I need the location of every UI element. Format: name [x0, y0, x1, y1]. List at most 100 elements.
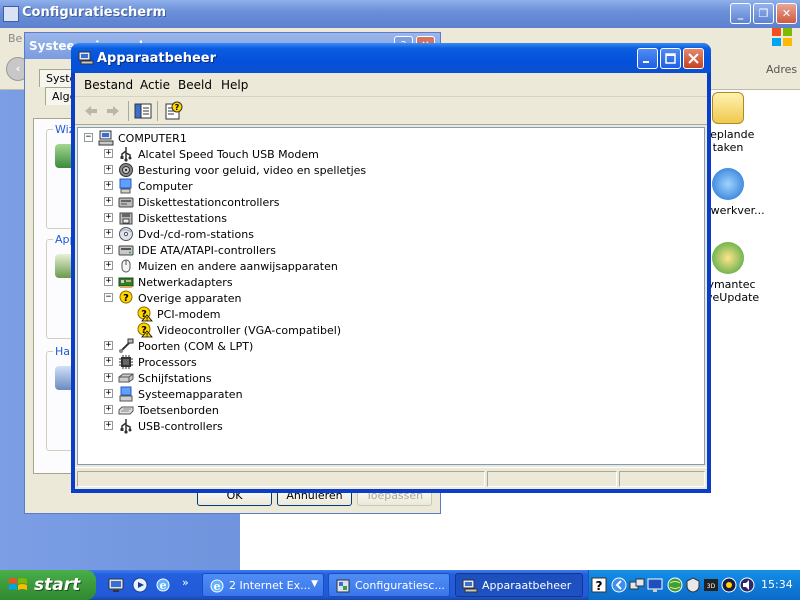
- tree-node[interactable]: + Computer: [104, 178, 193, 194]
- menu-bestand[interactable]: Bestand: [84, 78, 133, 92]
- task-control-panel[interactable]: Configuratiesc...: [328, 573, 450, 597]
- mouse-icon: [121, 259, 131, 273]
- device-manager-window: Apparaatbeheer Bestand Actie Beeld Help: [71, 43, 711, 493]
- windows-logo-icon: [772, 28, 792, 46]
- show-hide-console-tree-icon[interactable]: [133, 101, 153, 121]
- expand-toggle[interactable]: +: [104, 245, 113, 254]
- floppy-drive-icon: [119, 212, 133, 225]
- system-tray: ? 3D 15:34: [588, 570, 800, 600]
- tree-child-node[interactable]: ? PCI-modem: [137, 306, 220, 322]
- windows-flag-icon: [9, 578, 27, 590]
- tree-node[interactable]: + Poorten (COM & LPT): [104, 338, 253, 354]
- quick-launch-chevron-icon[interactable]: »: [182, 576, 189, 589]
- expand-toggle[interactable]: +: [104, 277, 113, 286]
- tree-node[interactable]: −? Overige apparaten: [104, 290, 242, 306]
- tree-node[interactable]: + Muizen en andere aanwijsapparaten: [104, 258, 338, 274]
- expand-toggle[interactable]: +: [104, 357, 113, 366]
- network-tray-icon[interactable]: [629, 577, 645, 593]
- expand-toggle[interactable]: +: [104, 165, 113, 174]
- device-manager-titlebar[interactable]: Apparaatbeheer: [71, 43, 711, 73]
- tree-node[interactable]: + Besturing voor geluid, video en spellet…: [104, 162, 366, 178]
- tree-node[interactable]: + Systeemapparaten: [104, 386, 243, 402]
- maximize-button[interactable]: [660, 48, 681, 69]
- tree-node-label: Netwerkadapters: [138, 275, 233, 289]
- liveupdate-globe-icon: [712, 242, 744, 274]
- help-tray-icon[interactable]: ?: [591, 577, 607, 593]
- show-desktop-icon[interactable]: [108, 577, 124, 593]
- globe-tray-icon[interactable]: [667, 577, 683, 593]
- tree-child-node[interactable]: ? Videocontroller (VGA-compatibel): [137, 322, 341, 338]
- folder-clock-icon: [712, 92, 744, 124]
- tree-node[interactable]: + Processors: [104, 354, 197, 370]
- close-button[interactable]: ✕: [776, 3, 797, 24]
- svg-text:e: e: [214, 580, 221, 593]
- menu-item-file[interactable]: Be: [8, 32, 22, 45]
- back-arrow-icon[interactable]: [81, 101, 101, 121]
- device-manager-icon: [78, 51, 94, 65]
- expand-toggle[interactable]: +: [104, 373, 113, 382]
- monitor-tray-icon[interactable]: [647, 577, 663, 593]
- tree-node[interactable]: + Alcatel Speed Touch USB Modem: [104, 146, 319, 162]
- close-button[interactable]: [683, 48, 704, 69]
- tree-node[interactable]: + Diskettestationcontrollers: [104, 194, 279, 210]
- expand-toggle[interactable]: +: [104, 421, 113, 430]
- tree-node[interactable]: + Diskettestations: [104, 210, 227, 226]
- collapse-toggle[interactable]: −: [84, 133, 93, 142]
- task-internet-explorer[interactable]: e 2 Internet Ex... ▼: [202, 573, 324, 597]
- computer-root-icon: [98, 130, 114, 146]
- media-tray-icon[interactable]: 3D: [703, 577, 719, 593]
- antivirus-tray-icon[interactable]: [721, 577, 737, 593]
- usb-icon: [120, 147, 132, 162]
- port-icon: [119, 338, 134, 353]
- properties-icon[interactable]: ?: [163, 101, 183, 121]
- tree-root-label: COMPUTER1: [118, 131, 187, 145]
- show-hidden-icons-icon[interactable]: [611, 577, 627, 593]
- tree-node[interactable]: + Schijfstations: [104, 370, 212, 386]
- control-panel-titlebar[interactable]: Configuratiescherm _ ❐ ✕: [0, 0, 800, 28]
- tree-node[interactable]: + Toetsenborden: [104, 402, 219, 418]
- forward-arrow-icon[interactable]: [103, 101, 123, 121]
- svg-text:?: ?: [596, 579, 603, 593]
- minimize-button[interactable]: [637, 48, 658, 69]
- start-label: start: [34, 575, 81, 595]
- minimize-button[interactable]: _: [730, 3, 751, 24]
- tree-node[interactable]: + Netwerkadapters: [104, 274, 233, 290]
- tree-root-computer[interactable]: − COMPUTER1: [84, 130, 187, 146]
- expand-toggle[interactable]: +: [104, 341, 113, 350]
- expand-toggle[interactable]: +: [104, 261, 113, 270]
- expand-toggle[interactable]: +: [104, 149, 113, 158]
- tree-node-label: IDE ATA/ATAPI-controllers: [138, 243, 277, 257]
- warning-device-icon: ?: [137, 306, 153, 322]
- expand-toggle[interactable]: +: [104, 213, 113, 222]
- media-player-icon[interactable]: [132, 577, 148, 593]
- menu-actie[interactable]: Actie: [140, 78, 170, 92]
- expand-toggle[interactable]: +: [104, 181, 113, 190]
- expand-toggle[interactable]: +: [104, 229, 113, 238]
- tree-node-label: Processors: [138, 355, 197, 369]
- tree-node[interactable]: + Dvd-/cd-rom-stations: [104, 226, 254, 242]
- tree-node[interactable]: + IDE ATA/ATAPI-controllers: [104, 242, 276, 258]
- task-label: Apparaatbeheer: [482, 579, 572, 592]
- internet-explorer-icon[interactable]: e: [155, 577, 171, 593]
- security-tray-icon[interactable]: [685, 577, 701, 593]
- internet-explorer-icon: e: [210, 579, 224, 593]
- task-label: Configuratiesc...: [355, 579, 445, 592]
- menu-beeld[interactable]: Beeld: [178, 78, 212, 92]
- device-tree[interactable]: − COMPUTER1 + Alcatel Speed Touch USB Mod…: [77, 127, 705, 465]
- task-device-manager[interactable]: Apparaatbeheer: [455, 573, 583, 597]
- menu-help[interactable]: Help: [221, 78, 248, 92]
- task-label: 2 Internet Ex...: [229, 579, 311, 592]
- volume-tray-icon[interactable]: [739, 577, 755, 593]
- expand-toggle[interactable]: +: [104, 197, 113, 206]
- minimize-icon: [643, 61, 649, 63]
- expand-toggle[interactable]: +: [104, 389, 113, 398]
- expand-toggle[interactable]: +: [104, 405, 113, 414]
- network-globe-icon: [712, 168, 744, 200]
- tree-node-label: Overige apparaten: [138, 291, 242, 305]
- start-button[interactable]: start: [0, 570, 96, 600]
- address-label: Adres: [766, 63, 798, 76]
- speaker-icon: [119, 163, 133, 177]
- restore-button[interactable]: ❐: [753, 3, 774, 24]
- collapse-toggle[interactable]: −: [104, 293, 113, 302]
- tree-node[interactable]: + USB-controllers: [104, 418, 223, 434]
